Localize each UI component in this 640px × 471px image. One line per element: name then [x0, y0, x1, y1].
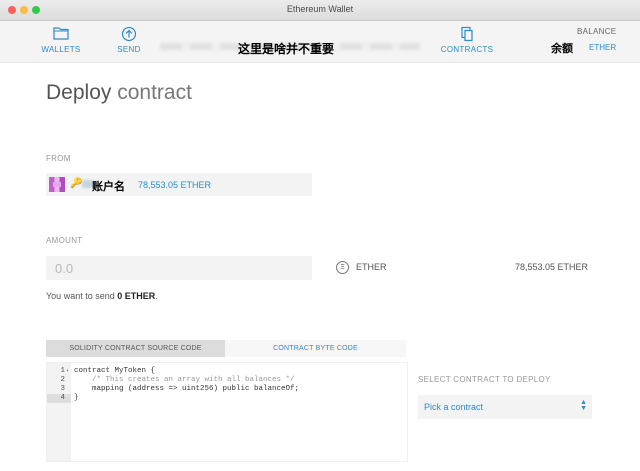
nav-send[interactable]: SEND — [112, 26, 146, 54]
fold-arrow-icon[interactable]: ▾ — [66, 367, 69, 376]
balance-amount: 余额 — [551, 43, 573, 55]
send-summary-suffix: . — [155, 291, 158, 301]
line-number: 2 — [60, 376, 65, 384]
ether-symbol-icon: Ξ — [336, 261, 349, 274]
title-bar: Ethereum Wallet — [0, 0, 640, 21]
select-arrows-icon: ▲ ▼ — [580, 399, 587, 412]
amount-label: AMOUNT — [46, 236, 83, 245]
code-line: mapping (address => uint256) public bala… — [74, 385, 300, 393]
account-identicon — [49, 177, 65, 192]
page-title-strong: Deploy — [46, 81, 112, 104]
line-number: 3 — [60, 385, 65, 393]
available-balance: 78,553.05 ETHER — [515, 262, 589, 272]
account-balance: 78,553.05 ETHER — [138, 180, 212, 190]
window-title: Ethereum Wallet — [286, 4, 354, 14]
page-title: Deploy contract — [46, 81, 192, 105]
nav-contracts[interactable]: CONTRACTS — [438, 26, 496, 54]
send-summary-prefix: You want to send — [46, 291, 115, 301]
document-stack-icon — [438, 26, 496, 42]
contract-select-value: Pick a contract — [424, 402, 484, 412]
amount-input[interactable] — [46, 256, 312, 280]
code-line: /* This creates an array with all balanc… — [74, 376, 295, 384]
send-summary-value: 0 ETHER — [117, 291, 156, 301]
select-contract-label: SELECT CONTRACT TO DEPLOY — [418, 375, 551, 384]
send-summary: You want to send 0 ETHER. — [46, 291, 158, 301]
header-nav: WALLETS SEND 这里是啥并不重要 CONTRACTS BALANCE … — [0, 21, 640, 63]
tab-byte-code[interactable]: CONTRACT BYTE CODE — [225, 340, 406, 357]
amount-unit: ETHER — [356, 262, 387, 272]
code-editor[interactable]: 1 2 3 4 ▾ contract MyToken { /* This cre… — [46, 362, 408, 462]
arrow-up-circle-icon — [112, 26, 146, 42]
line-number: 4 — [60, 394, 65, 402]
tab-source-code[interactable]: SOLIDITY CONTRACT SOURCE CODE — [46, 340, 225, 357]
account-name: 账户名 — [92, 181, 125, 193]
nav-wallets-label: WALLETS — [41, 45, 81, 54]
code-line: contract MyToken { — [74, 367, 156, 375]
from-label: FROM — [46, 154, 71, 163]
code-line: } — [74, 394, 79, 402]
line-number: 1 — [60, 367, 65, 375]
nav-contracts-label: CONTRACTS — [440, 45, 494, 54]
folder-icon — [40, 26, 82, 42]
header-overlay-text: 这里是啥并不重要 — [238, 42, 335, 56]
nav-wallets[interactable]: WALLETS — [40, 26, 82, 54]
page-title-light: contract — [117, 81, 192, 104]
balance-title: BALANCE — [577, 27, 617, 36]
contract-select[interactable]: Pick a contract ▲ ▼ — [418, 395, 592, 419]
from-account-select[interactable]: 🔑 账户名 78,553.05 ETHER — [46, 173, 312, 196]
nav-send-label: SEND — [117, 45, 141, 54]
balance-unit: ETHER — [589, 43, 617, 52]
key-icon: 🔑 — [70, 178, 83, 189]
